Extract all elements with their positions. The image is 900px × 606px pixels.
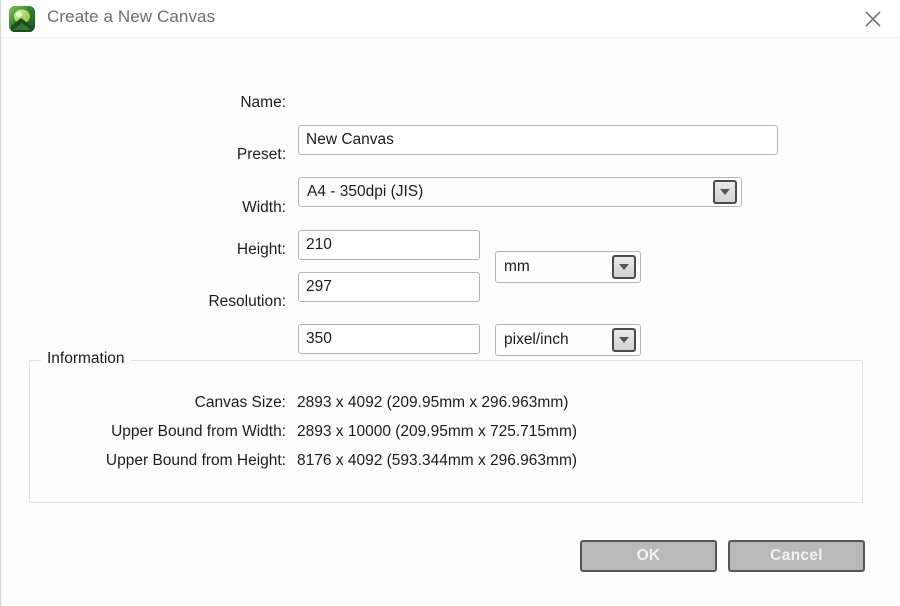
info-value: 2893 x 4092 (209.95mm x 296.963mm): [297, 394, 569, 411]
ok-button[interactable]: OK: [580, 540, 717, 572]
resolution-unit-dropdown-arrow[interactable]: [612, 328, 636, 352]
resolution-row: Resolution:: [1, 287, 286, 317]
resolution-input[interactable]: 350: [298, 324, 480, 354]
canvas-app-icon: [9, 6, 35, 32]
height-label: Height:: [236, 241, 286, 258]
preset-dropdown[interactable]: A4 - 350dpi (JIS): [298, 177, 742, 207]
width-row: Width:: [1, 193, 286, 223]
info-row-upper-bound-width: Upper Bound from Width: 2893 x 10000 (20…: [1, 419, 900, 445]
info-value: 2893 x 10000 (209.95mm x 725.715mm): [297, 423, 578, 440]
preset-row: Preset:: [1, 140, 286, 170]
info-row-upper-bound-height: Upper Bound from Height: 8176 x 4092 (59…: [1, 448, 900, 474]
information-legend: Information: [41, 350, 131, 368]
name-row: Name:: [1, 88, 286, 118]
height-row: Height:: [1, 235, 286, 265]
info-label: Upper Bound from Height:: [105, 452, 286, 469]
cancel-button[interactable]: Cancel: [728, 540, 865, 572]
width-input[interactable]: 210: [298, 230, 480, 260]
name-label: Name:: [240, 94, 286, 111]
size-unit-value: mm: [504, 258, 530, 275]
title-bar: Create a New Canvas: [1, 0, 900, 38]
preset-value: A4 - 350dpi (JIS): [307, 183, 424, 200]
preset-label: Preset:: [236, 146, 286, 163]
preset-dropdown-arrow[interactable]: [713, 180, 737, 204]
size-unit-dropdown-arrow[interactable]: [612, 255, 636, 279]
chevron-down-icon: [720, 189, 730, 195]
chevron-down-icon: [619, 337, 629, 343]
create-new-canvas-dialog: Create a New Canvas Name: New Canvas Pre…: [0, 0, 900, 606]
name-input[interactable]: New Canvas: [298, 125, 778, 155]
size-unit-dropdown[interactable]: mm: [495, 251, 641, 283]
info-label: Canvas Size:: [194, 394, 286, 411]
info-value: 8176 x 4092 (593.344mm x 296.963mm): [297, 452, 578, 469]
close-icon: [865, 11, 881, 27]
height-input[interactable]: 297: [298, 272, 480, 302]
resolution-unit-dropdown[interactable]: pixel/inch: [495, 324, 641, 356]
info-label: Upper Bound from Width:: [111, 423, 286, 440]
width-label: Width:: [242, 199, 286, 216]
info-row-canvas-size: Canvas Size: 2893 x 4092 (209.95mm x 296…: [1, 390, 900, 416]
window-title: Create a New Canvas: [47, 7, 216, 26]
resolution-unit-value: pixel/inch: [504, 331, 569, 348]
close-button[interactable]: [845, 0, 900, 38]
resolution-label: Resolution:: [208, 293, 286, 310]
chevron-down-icon: [619, 264, 629, 270]
